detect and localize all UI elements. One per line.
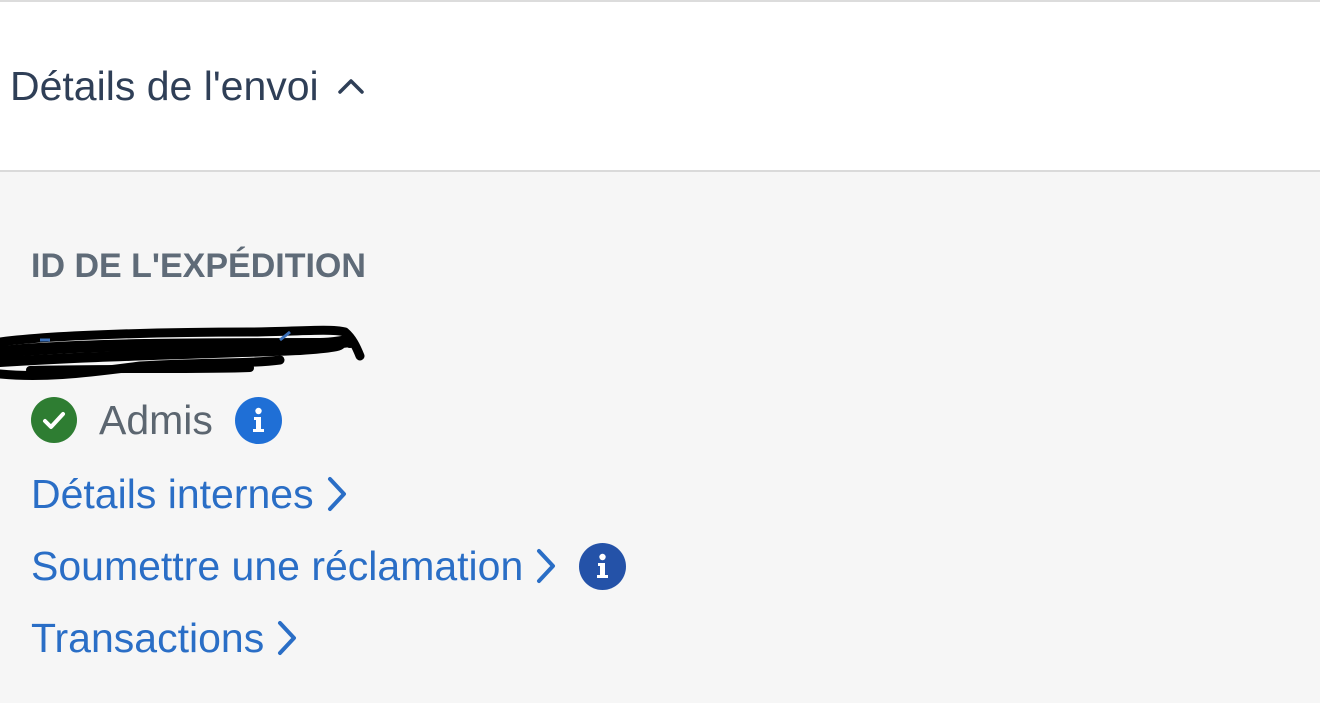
transactions-link[interactable]: Transactions bbox=[31, 612, 300, 664]
status-row: Admis bbox=[31, 394, 282, 446]
chevron-right-icon bbox=[533, 547, 559, 585]
shipment-details-panel: ID DE L'EXPÉDITION Admis Détails interne… bbox=[0, 172, 1320, 703]
chevron-up-icon bbox=[337, 72, 365, 100]
internal-details-label: Détails internes bbox=[31, 471, 314, 517]
transactions-label: Transactions bbox=[31, 615, 265, 661]
shipment-details-title: Détails de l'envoi bbox=[10, 63, 319, 109]
shipment-details-header: Détails de l'envoi bbox=[0, 2, 1320, 172]
submit-claim-label: Soumettre une réclamation bbox=[31, 543, 524, 589]
redacted-shipment-id bbox=[0, 322, 380, 392]
shipment-details-toggle[interactable]: Détails de l'envoi bbox=[10, 60, 365, 112]
check-circle-icon bbox=[31, 397, 77, 443]
submit-claim-link[interactable]: Soumettre une réclamation bbox=[31, 540, 627, 592]
status-text: Admis bbox=[99, 397, 213, 443]
shipment-id-label: ID DE L'EXPÉDITION bbox=[31, 247, 366, 285]
status-info-icon[interactable] bbox=[234, 396, 282, 444]
claim-info-icon[interactable] bbox=[579, 542, 627, 590]
internal-details-link[interactable]: Détails internes bbox=[31, 468, 350, 520]
chevron-right-icon bbox=[274, 619, 300, 657]
chevron-right-icon bbox=[324, 475, 350, 513]
